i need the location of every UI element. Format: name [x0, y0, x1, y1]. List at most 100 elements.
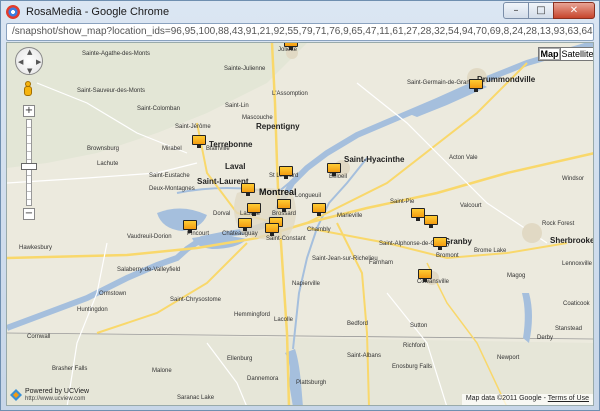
powered-by-text: Powered by UCView [25, 388, 90, 395]
map-label: Saint-Albans [347, 353, 382, 359]
map-label: Saint-Chrysostome [170, 297, 222, 303]
location-marker[interactable] [327, 163, 341, 176]
powered-by-badge[interactable]: Powered by UCView http://www.ucview.com [9, 388, 89, 404]
map-label: Cornwall [27, 334, 51, 340]
map-type-map-button[interactable]: Map [538, 47, 561, 61]
location-marker[interactable] [265, 223, 279, 236]
terms-of-use-link[interactable]: Terms of Use [548, 395, 589, 402]
map-label: Huntingdon [77, 307, 108, 313]
map-label: Saint-Sauveur-des-Monts [77, 88, 146, 94]
pan-right-icon[interactable]: ▶ [36, 58, 41, 66]
map-label: Sutton [410, 323, 428, 329]
map-label: Rock Forest [542, 221, 575, 227]
location-marker[interactable] [424, 215, 438, 228]
attribution-text: Map data ©2011 Google - [465, 395, 548, 402]
location-marker[interactable] [411, 208, 425, 221]
map-label: Windsor [562, 176, 585, 182]
map-label: Blainville [206, 146, 230, 152]
map-label: Brasher Falls [52, 366, 88, 372]
map-label: Stanstead [555, 326, 583, 332]
ucview-logo-icon [10, 389, 22, 401]
map-label: Dorval [213, 211, 231, 217]
address-bar[interactable]: /snapshot/show_map?location_ids=96,95,10… [6, 23, 594, 41]
map-label: Farnham [369, 260, 394, 266]
map-label: Sherbrooke [550, 236, 594, 245]
location-marker[interactable] [247, 203, 261, 216]
map-label: Marieville [337, 213, 363, 219]
pan-up-icon[interactable]: ▲ [27, 48, 32, 56]
map-label: Repentigny [256, 122, 300, 131]
location-marker[interactable] [241, 183, 255, 196]
map-label: Saint-Jean-sur-Richelieu [312, 256, 378, 262]
location-marker[interactable] [183, 220, 197, 233]
map-label: Saint-Jérôme [175, 124, 211, 130]
street-view-pegman-icon[interactable] [23, 81, 33, 97]
map-label: Ormstown [99, 291, 127, 297]
map-label: Dannemora [247, 376, 279, 382]
map-label: Mascouche [242, 115, 273, 121]
map-label: Longueuil [295, 193, 322, 199]
map-label: Brownsburg [87, 146, 120, 152]
map-label: Saint-Hyacinthe [344, 155, 405, 164]
map-label: Sainte-Agathe-des-Monts [82, 51, 151, 57]
map-label: Saint-Lin [225, 103, 249, 109]
location-marker[interactable] [433, 237, 447, 250]
map-label: Lacolle [274, 317, 294, 323]
map-label: Deux-Montagnes [149, 186, 195, 192]
map-canvas[interactable]: Joliette Drummondville Repentigny Terreb… [6, 42, 594, 406]
window-controls: – □ ✕ [503, 2, 595, 19]
map-label: Châteauguay [222, 231, 258, 237]
map-type-satellite-button[interactable]: Satellite [560, 47, 593, 61]
map-base-layer [7, 43, 593, 405]
map-label: Richford [403, 343, 426, 349]
map-label: Saint-Eustache [149, 173, 190, 179]
map-label: Derby [537, 335, 554, 341]
map-label: Saint-Colomban [137, 106, 181, 112]
zoom-out-button[interactable]: − [23, 208, 35, 220]
map-label: Lachute [97, 161, 119, 167]
close-button[interactable]: ✕ [553, 2, 595, 19]
map-label: Bromont [436, 253, 459, 259]
maximize-button[interactable]: □ [528, 2, 554, 19]
map-label: Ellenburg [227, 356, 253, 362]
pan-down-icon[interactable]: ▼ [27, 67, 32, 75]
map-label: Malone [152, 368, 172, 374]
map-label: Saranac Lake [177, 395, 215, 401]
map-label: Chambly [307, 227, 331, 233]
map-label: Montreal [259, 187, 297, 197]
map-label: Brome Lake [474, 248, 507, 254]
map-label: Acton Vale [449, 155, 478, 161]
location-marker[interactable] [312, 203, 326, 216]
zoom-in-button[interactable]: + [23, 105, 35, 117]
chrome-icon [6, 5, 20, 19]
location-marker[interactable] [238, 218, 252, 231]
location-marker[interactable] [277, 199, 291, 212]
location-marker[interactable] [418, 269, 432, 282]
map-label: Vaudreuil-Dorion [127, 234, 172, 240]
minimize-button[interactable]: – [503, 2, 529, 19]
pan-control[interactable]: ▲ ▼ ◀ ▶ [15, 47, 43, 75]
location-marker[interactable] [469, 79, 483, 92]
map-label: Enosburg Falls [392, 364, 433, 370]
location-marker[interactable] [192, 135, 206, 148]
map-label: Drummondville [477, 75, 536, 84]
map-label: Mirabel [162, 146, 182, 152]
map-label: Magog [507, 273, 526, 279]
map-label: Coaticook [563, 301, 590, 307]
zoom-slider-thumb[interactable] [21, 163, 37, 170]
location-marker[interactable] [279, 166, 293, 179]
map-label: Saint-Pie [390, 199, 415, 205]
map-label: Laval [225, 162, 246, 171]
map-attribution: Map data ©2011 Google - Terms of Use [461, 394, 593, 405]
map-label: Plattsburgh [296, 380, 327, 386]
map-label: Salaberry-de-Valleyfield [117, 267, 181, 273]
map-label: Newport [497, 355, 520, 361]
title-bar[interactable]: RosaMedia - Google Chrome – □ ✕ [1, 1, 599, 23]
map-label: Lennoxville [562, 261, 593, 267]
browser-window: RosaMedia - Google Chrome – □ ✕ /snapsho… [0, 0, 600, 411]
pan-left-icon[interactable]: ◀ [18, 58, 23, 66]
location-marker[interactable] [284, 43, 298, 50]
map-label: Bedford [347, 321, 369, 327]
powered-by-url[interactable]: http://www.ucview.com [25, 396, 85, 402]
map-label: Valcourt [460, 203, 482, 209]
